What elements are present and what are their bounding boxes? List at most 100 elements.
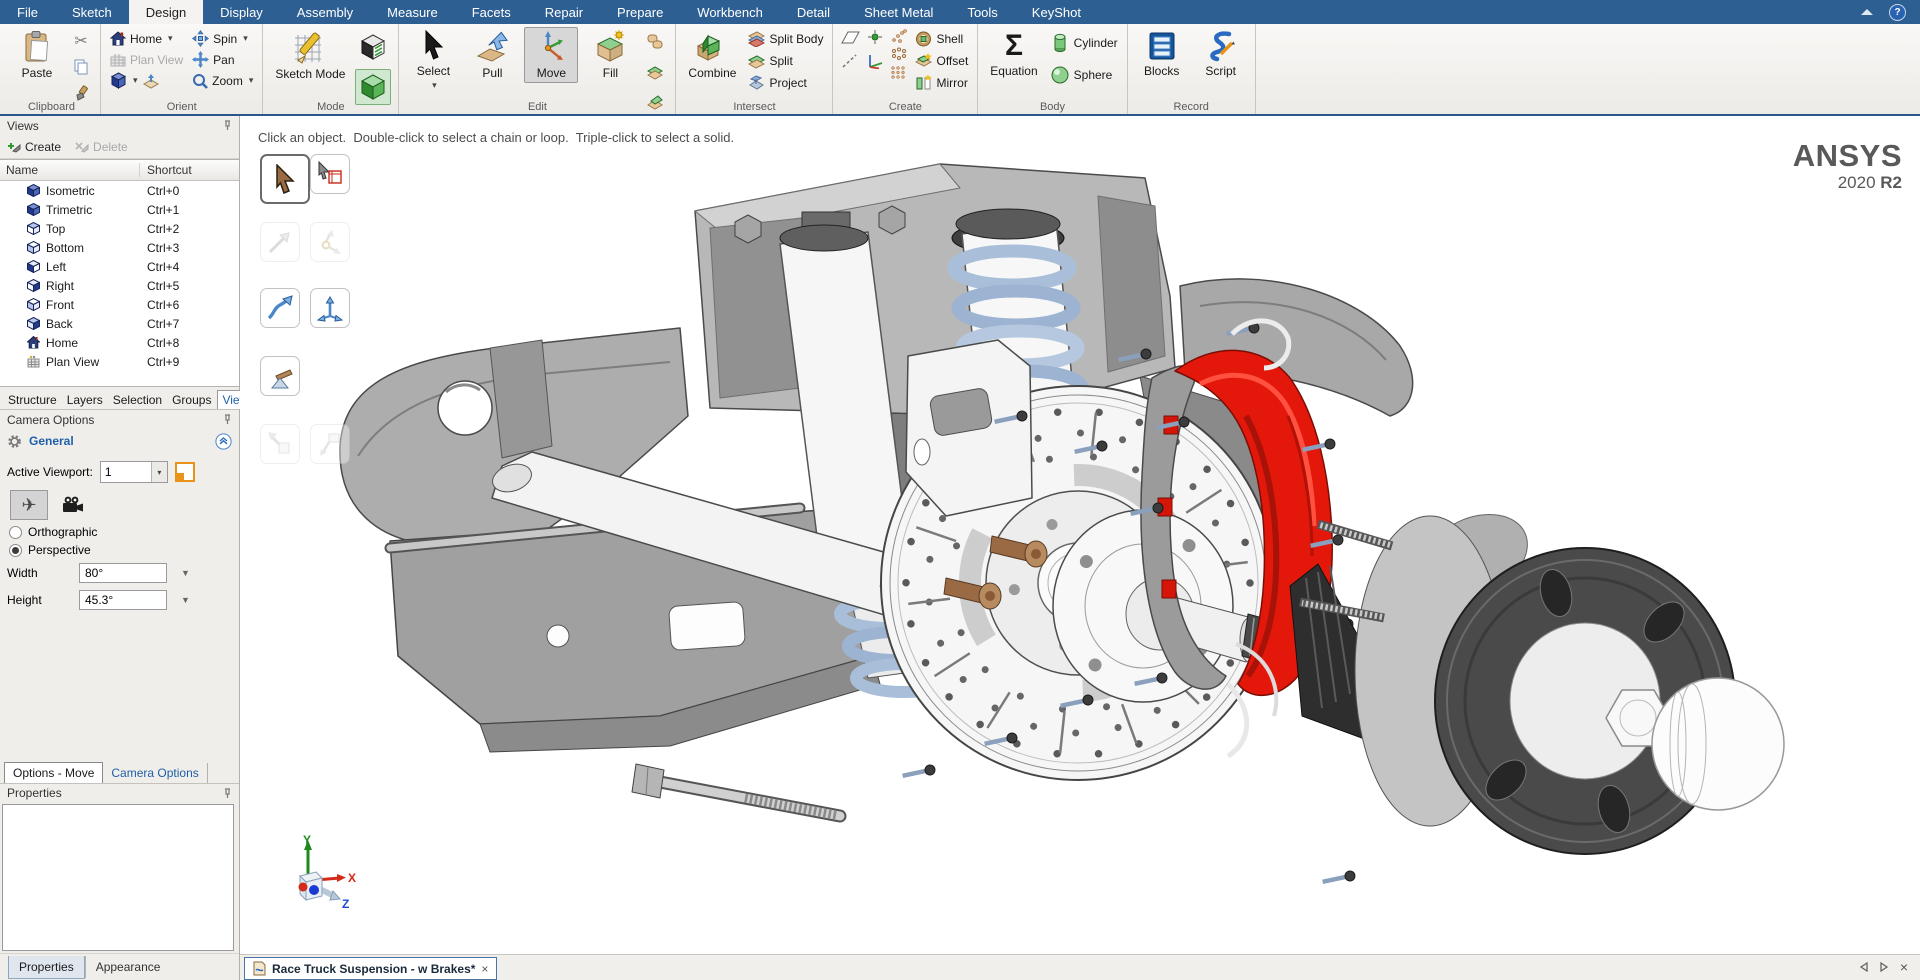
copy-button[interactable]: [69, 55, 93, 79]
axes-icon[interactable]: [865, 53, 885, 69]
height-input[interactable]: 45.3°: [79, 590, 167, 610]
perspective-option[interactable]: Perspective: [0, 541, 239, 559]
select-button[interactable]: Select▾: [406, 27, 460, 94]
hex-bolt[interactable]: [632, 764, 840, 816]
height-dropdown-icon[interactable]: ▼: [181, 595, 190, 605]
move-button[interactable]: Move: [524, 27, 578, 83]
pin-icon[interactable]: [223, 414, 232, 425]
tab-options-move[interactable]: Options - Move: [4, 762, 103, 783]
view-row-plan-view[interactable]: Plan ViewCtrl+9: [0, 352, 239, 371]
scroll-tabs-right-icon[interactable]: [1880, 962, 1888, 972]
viewport-layout-icon[interactable]: [175, 462, 195, 482]
paste-button[interactable]: Paste: [10, 27, 64, 83]
replace-button[interactable]: [642, 59, 668, 85]
menu-assembly[interactable]: Assembly: [280, 0, 370, 24]
orthographic-radio[interactable]: [9, 526, 22, 539]
column-name[interactable]: Name: [0, 163, 140, 177]
tab-properties[interactable]: Properties: [8, 956, 85, 979]
model-viewport[interactable]: Click an object. Double-click to select …: [240, 116, 1920, 954]
view-row-left[interactable]: LeftCtrl+4: [0, 257, 239, 276]
script-button[interactable]: Script: [1194, 27, 1248, 81]
view-row-right[interactable]: RightCtrl+5: [0, 276, 239, 295]
pin-icon[interactable]: [223, 120, 232, 131]
spin-button[interactable]: Spin▾: [190, 29, 255, 48]
point-ring-icon[interactable]: [890, 47, 908, 61]
close-document-icon[interactable]: ×: [481, 962, 488, 976]
mirror-button[interactable]: Mirror: [913, 73, 970, 92]
split-body-button[interactable]: Split Body: [746, 29, 825, 48]
plan-view-button[interactable]: Plan View: [108, 50, 185, 69]
perspective-radio[interactable]: [9, 544, 22, 557]
secondary-tool-guide-disabled[interactable]: [310, 222, 350, 262]
move-trajectory-guide[interactable]: [260, 288, 300, 328]
point-grid-icon[interactable]: [890, 65, 908, 79]
menu-file[interactable]: File: [0, 0, 55, 24]
cut-button[interactable]: ✂: [69, 29, 93, 53]
move-up-to-guide[interactable]: [310, 288, 350, 328]
menu-workbench[interactable]: Workbench: [680, 0, 780, 24]
combine-button[interactable]: Combine: [683, 27, 741, 83]
blocks-button[interactable]: Blocks: [1135, 27, 1189, 81]
camera-mode-button[interactable]: [54, 490, 92, 520]
view-row-trimetric[interactable]: TrimetricCtrl+1: [0, 200, 239, 219]
menu-facets[interactable]: Facets: [455, 0, 528, 24]
menu-sheetmetal[interactable]: Sheet Metal: [847, 0, 950, 24]
column-shortcut[interactable]: Shortcut: [140, 163, 239, 177]
menu-keyshot[interactable]: KeyShot: [1015, 0, 1098, 24]
section-mode-button[interactable]: [355, 29, 391, 65]
view-row-back[interactable]: BackCtrl+7: [0, 314, 239, 333]
tab-layers[interactable]: Layers: [63, 391, 107, 409]
select-tool-guide[interactable]: [260, 154, 310, 204]
cylinder-button[interactable]: Cylinder: [1048, 31, 1120, 55]
project-button[interactable]: Project: [746, 73, 825, 92]
document-tab[interactable]: Race Truck Suspension - w Brakes* ×: [244, 957, 497, 980]
menu-tools[interactable]: Tools: [950, 0, 1014, 24]
orthographic-option[interactable]: Orthographic: [0, 523, 239, 541]
orient-guide-disabled[interactable]: [310, 424, 350, 464]
shell-button[interactable]: Shell: [913, 29, 970, 48]
scroll-tabs-left-icon[interactable]: [1860, 962, 1868, 972]
point-array-icon[interactable]: [890, 29, 908, 43]
tab-structure[interactable]: Structure: [4, 391, 61, 409]
collapse-section-icon[interactable]: [215, 433, 232, 450]
tab-camera-options[interactable]: Camera Options: [103, 763, 207, 783]
menu-prepare[interactable]: Prepare: [600, 0, 680, 24]
create-view-button[interactable]: Create: [7, 140, 61, 154]
view-row-bottom[interactable]: BottomCtrl+3: [0, 238, 239, 257]
dome-cap[interactable]: [1652, 678, 1784, 810]
tab-selection[interactable]: Selection: [109, 391, 166, 409]
menu-repair[interactable]: Repair: [528, 0, 600, 24]
view-row-top[interactable]: TopCtrl+2: [0, 219, 239, 238]
fulcrum-tool-guide[interactable]: [260, 356, 300, 396]
pan-button[interactable]: Pan: [190, 50, 255, 69]
pull-tool-guide-disabled[interactable]: [260, 222, 300, 262]
knuckle-bracket[interactable]: [906, 340, 1032, 516]
tab-groups[interactable]: Groups: [168, 391, 215, 409]
collapse-ribbon-icon[interactable]: [1861, 9, 1873, 15]
menu-design[interactable]: Design: [129, 0, 203, 24]
line-icon[interactable]: [840, 53, 860, 69]
offset-button[interactable]: Offset: [913, 51, 970, 70]
help-icon[interactable]: ?: [1889, 4, 1906, 21]
view-row-home[interactable]: HomeCtrl+8: [0, 333, 239, 352]
sketch-mode-button[interactable]: Sketch Mode: [270, 27, 350, 85]
active-viewport-select[interactable]: 1▾: [100, 461, 168, 483]
orientation-triad[interactable]: Y X Z: [282, 834, 360, 910]
pull-button[interactable]: Pull: [465, 27, 519, 83]
menu-measure[interactable]: Measure: [370, 0, 455, 24]
home-view-button[interactable]: Home▾: [108, 29, 185, 48]
fill-button[interactable]: Fill: [583, 27, 637, 83]
blend-button[interactable]: [642, 29, 668, 55]
race-truck-suspension-model[interactable]: [240, 116, 1920, 954]
width-input[interactable]: 80°: [79, 563, 167, 583]
pin-icon[interactable]: [223, 788, 232, 799]
point-icon[interactable]: [865, 29, 885, 45]
fly-mode-button[interactable]: ✈: [10, 490, 48, 520]
menu-sketch[interactable]: Sketch: [55, 0, 129, 24]
properties-content[interactable]: [2, 804, 234, 952]
delete-view-button[interactable]: Delete: [75, 140, 128, 154]
view-row-isometric[interactable]: IsometricCtrl+0: [0, 181, 239, 200]
width-dropdown-icon[interactable]: ▼: [181, 568, 190, 578]
tab-appearance[interactable]: Appearance: [85, 956, 171, 978]
move-to-guide-disabled[interactable]: [260, 424, 300, 464]
